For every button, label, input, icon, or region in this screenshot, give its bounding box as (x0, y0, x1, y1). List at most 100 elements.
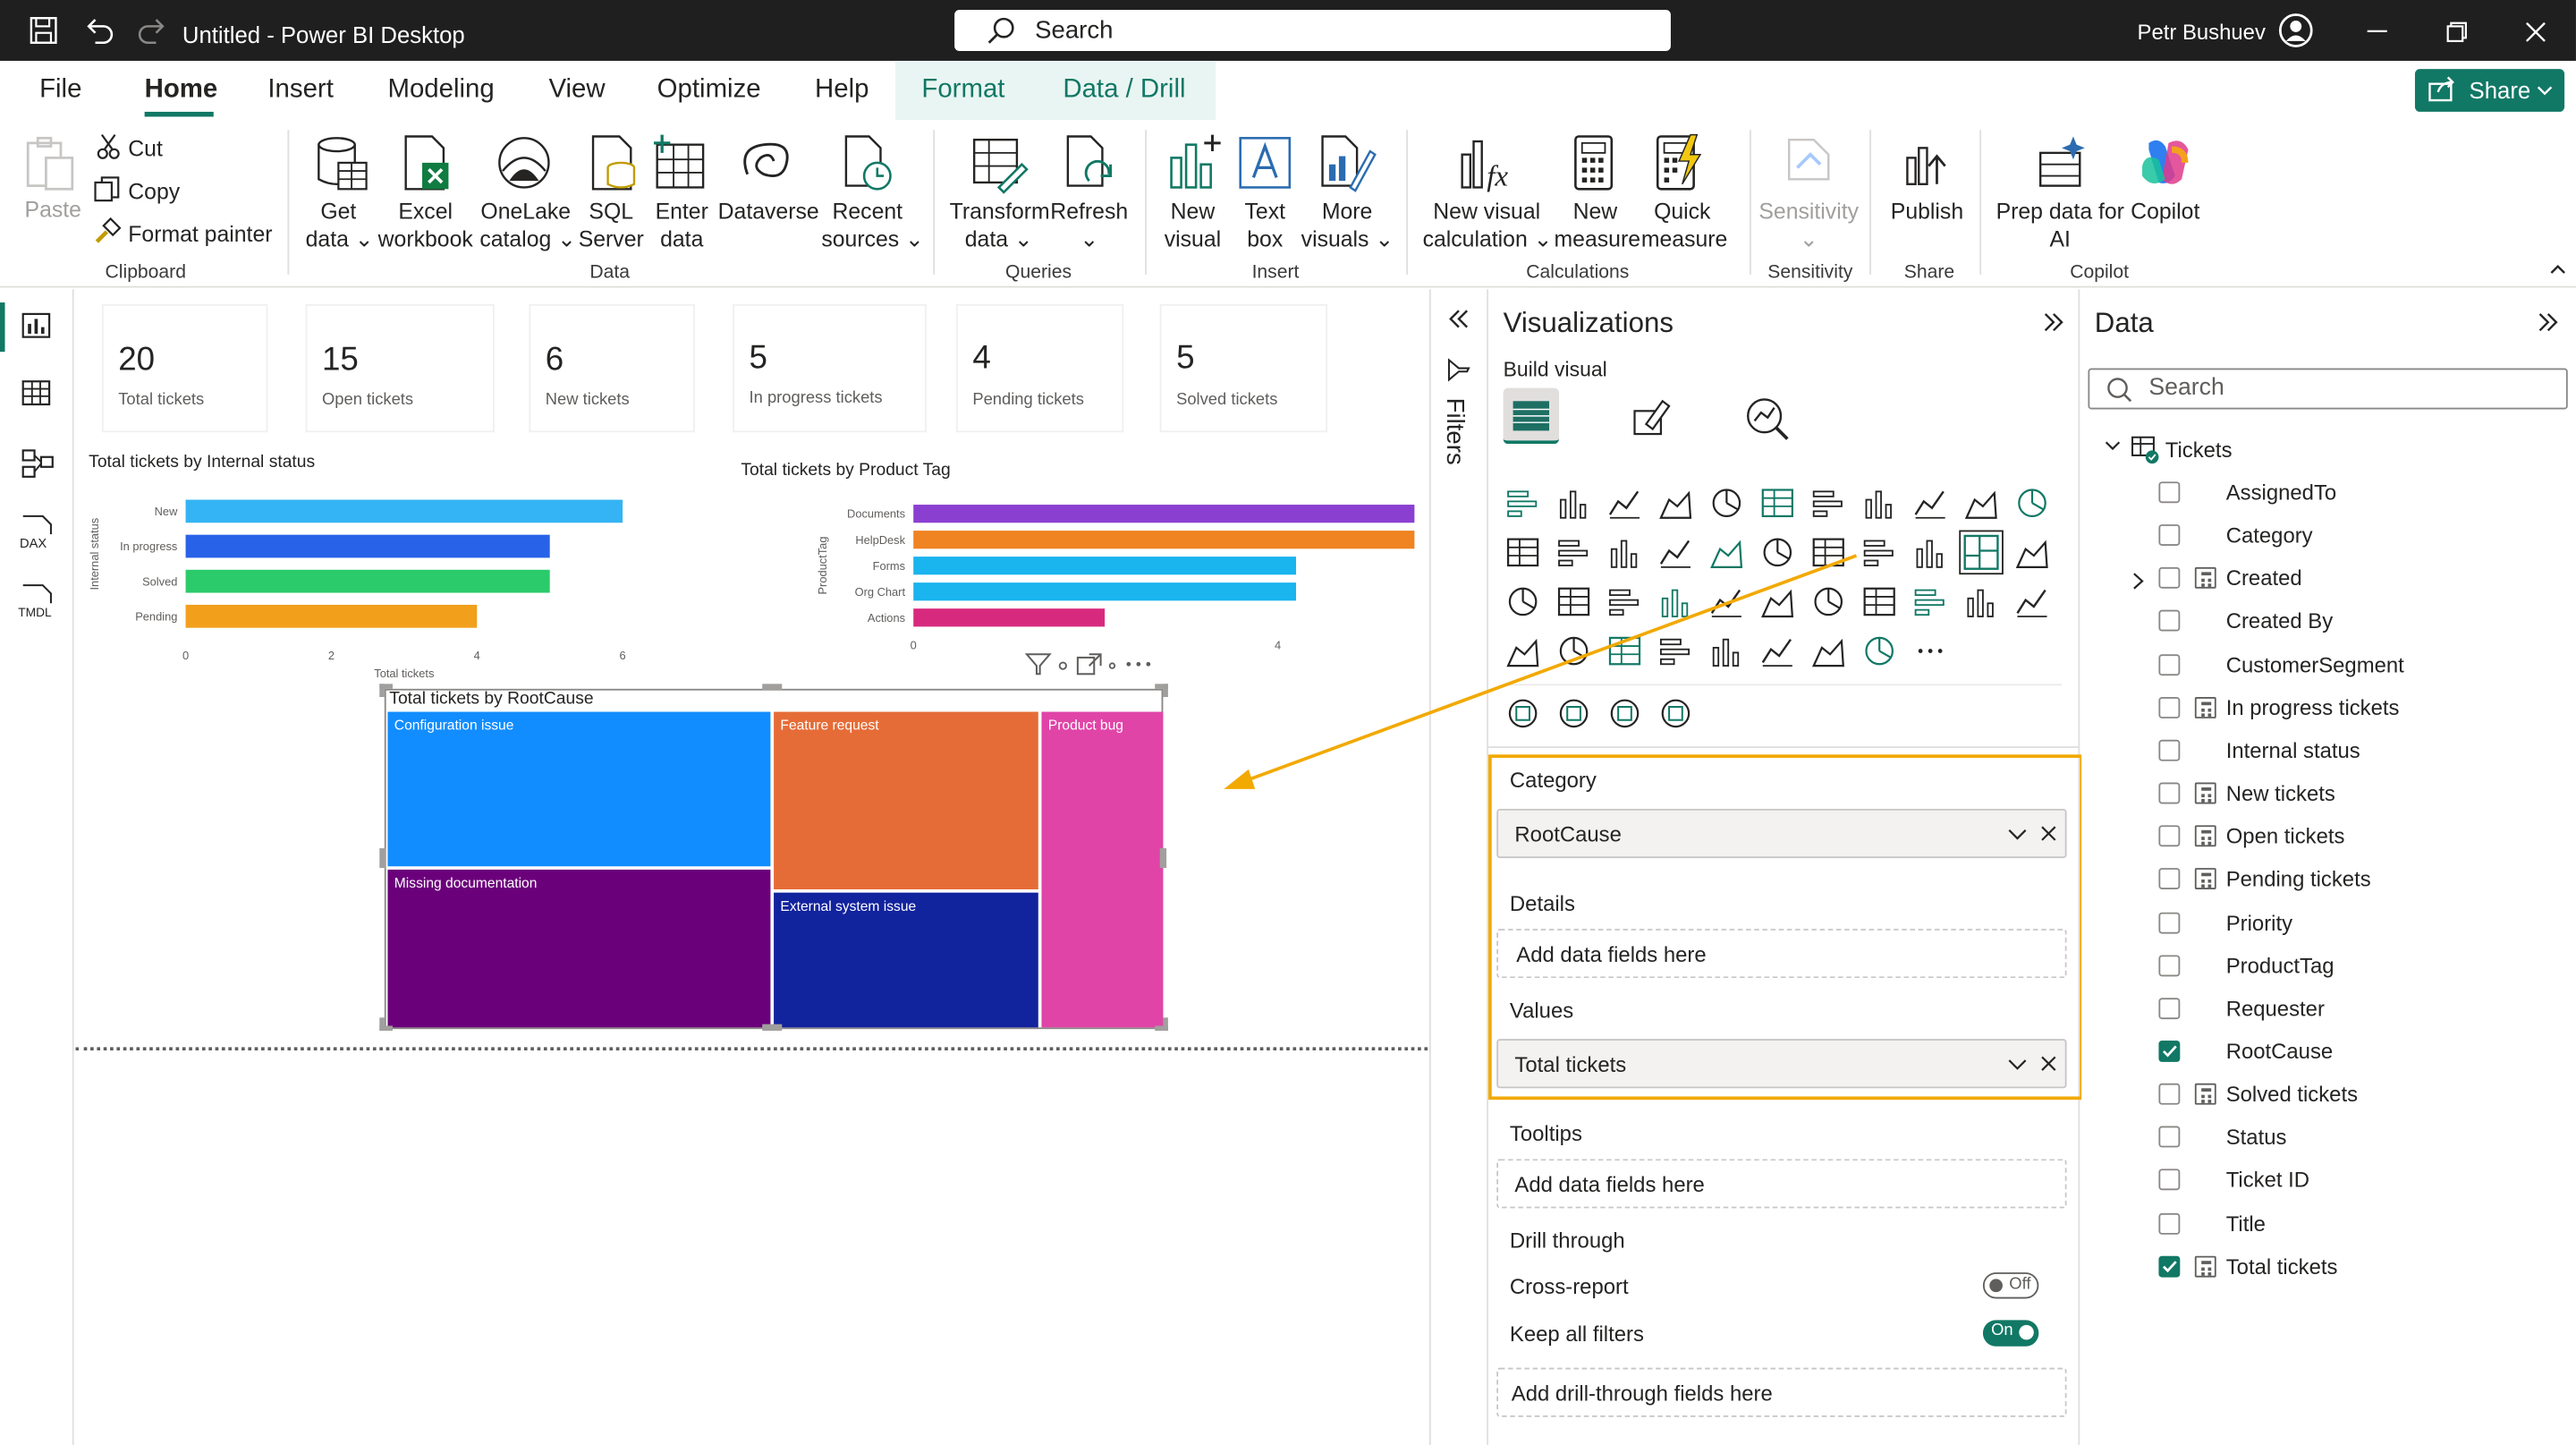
field-checkbox[interactable] (2158, 739, 2181, 761)
transform-data-button[interactable]: Transform data ⌄ (950, 197, 1050, 252)
publish-button[interactable]: Publish (1886, 197, 1969, 225)
resize-handle[interactable] (1159, 848, 1167, 869)
category-well[interactable]: RootCause (1496, 808, 2067, 859)
sql-server-button[interactable]: SQL Server (579, 197, 644, 252)
field-item[interactable]: Category (2226, 523, 2313, 548)
visual-type-icon[interactable] (1812, 538, 1844, 567)
save-icon[interactable] (30, 16, 57, 44)
chevron-down-icon[interactable] (2105, 440, 2121, 452)
field-item[interactable]: Solved tickets (2226, 1082, 2358, 1107)
drill-through-well[interactable]: Add drill-through fields here (1496, 1367, 2067, 1417)
treemap-tile[interactable] (387, 711, 771, 867)
field-checkbox[interactable] (2158, 1126, 2181, 1148)
visual-type-icon[interactable] (1865, 636, 1894, 666)
field-checkbox[interactable] (2158, 1255, 2181, 1278)
visual-type-icon[interactable] (1712, 638, 1740, 667)
report-canvas[interactable]: 20 Total tickets 15 Open tickets 6 New tick… (75, 289, 1428, 1445)
text-box-button[interactable]: Text box (1233, 197, 1298, 252)
field-item[interactable]: Internal status (2226, 738, 2360, 763)
drill-icon[interactable] (1058, 661, 1072, 675)
resize-handle[interactable] (762, 684, 783, 691)
chevron-down-icon[interactable] (2007, 829, 2027, 840)
new-visual-calculation-button[interactable]: New visual calculation ⌄ (1423, 197, 1553, 252)
visual-type-icon[interactable] (1508, 587, 1538, 616)
model-view-icon[interactable] (21, 449, 55, 479)
visual-type-icon[interactable] (1608, 490, 1640, 519)
kpi-card-total-tickets[interactable]: 20 Total tickets (101, 303, 268, 433)
expand-filters-icon[interactable] (1447, 309, 1470, 328)
onelake-catalog-button[interactable]: OneLake catalog ⌄ (479, 197, 576, 252)
visual-type-icon[interactable] (1557, 587, 1590, 616)
bar[interactable] (913, 557, 1296, 575)
bar[interactable] (913, 582, 1296, 601)
visual-type-icon[interactable] (1763, 538, 1792, 567)
resize-handle[interactable] (1155, 684, 1168, 698)
field-checkbox[interactable] (2158, 524, 2181, 547)
get-data-button[interactable]: Get data ⌄ (306, 197, 374, 252)
keep-all-filters-toggle[interactable]: On (1982, 1320, 2039, 1347)
report-view-icon[interactable] (21, 312, 51, 338)
resize-handle[interactable] (379, 1017, 393, 1031)
field-checkbox[interactable] (2158, 567, 2181, 590)
field-checkbox[interactable] (2158, 954, 2181, 976)
close-icon[interactable] (2525, 21, 2546, 43)
visual-type-icon[interactable] (2018, 489, 2046, 518)
format-visual-icon[interactable] (1630, 398, 1673, 441)
field-item[interactable]: Status (2226, 1125, 2287, 1150)
copy-button[interactable]: Copy (128, 177, 180, 205)
field-item[interactable]: Total tickets (2226, 1254, 2338, 1279)
visual-type-icon[interactable] (1659, 490, 1692, 519)
recent-sources-button[interactable]: Recent sources ⌄ (821, 197, 924, 252)
cut-button[interactable]: Cut (128, 135, 163, 163)
search-bar[interactable]: Search (954, 10, 1671, 51)
field-item[interactable]: RootCause (2226, 1039, 2333, 1064)
new-measure-button[interactable]: New measure (1555, 197, 1640, 252)
visual-type-icon[interactable] (1761, 639, 1792, 667)
tab-format[interactable]: Format (921, 76, 1004, 106)
field-item[interactable]: Title (2226, 1211, 2266, 1236)
chevron-down-icon[interactable] (2007, 1058, 2027, 1070)
cross-report-toggle[interactable]: Off (1982, 1272, 2039, 1299)
details-well[interactable]: Add data fields here (1496, 929, 2067, 979)
bar[interactable] (185, 604, 478, 628)
visual-type-icon[interactable] (1609, 589, 1640, 616)
visual-type-icon[interactable] (1608, 636, 1641, 666)
visual-type-icon[interactable] (1814, 587, 1843, 616)
visual-type-icon[interactable] (1659, 638, 1690, 666)
field-checkbox[interactable] (2158, 868, 2181, 890)
visual-type-icon[interactable] (1914, 589, 1945, 616)
tab-insert[interactable]: Insert (267, 76, 333, 106)
tickets-table-label[interactable]: Tickets (2165, 438, 2233, 463)
visual-type-icon[interactable] (1863, 587, 1895, 616)
share-button[interactable]: Share (2414, 69, 2565, 112)
visual-type-icon[interactable] (1507, 490, 1538, 517)
kpi-card-pending-tickets[interactable]: 4 Pending tickets (955, 303, 1124, 433)
treemap-tile[interactable] (1041, 711, 1164, 1028)
bar[interactable] (913, 608, 1106, 627)
bar[interactable] (913, 505, 1415, 523)
field-item[interactable]: ProductTag (2226, 953, 2334, 978)
tooltips-well[interactable]: Add data fields here (1496, 1159, 2067, 1209)
data-search-input[interactable]: Search (2088, 368, 2568, 410)
quick-measure-button[interactable]: Quick measure (1641, 197, 1727, 252)
field-checkbox[interactable] (2158, 1212, 2181, 1234)
field-checkbox[interactable] (2158, 782, 2181, 804)
excel-workbook-button[interactable]: Excel workbook (377, 197, 475, 252)
analytics-icon[interactable] (1745, 396, 1791, 442)
chevron-right-icon[interactable] (2132, 569, 2144, 599)
field-checkbox[interactable] (2158, 696, 2181, 718)
tab-help[interactable]: Help (815, 76, 869, 106)
kpi-card-new-tickets[interactable]: 6 New tickets (529, 303, 695, 433)
field-checkbox[interactable] (2158, 997, 2181, 1019)
field-checkbox[interactable] (2158, 481, 2181, 504)
build-visual-tab[interactable] (1503, 387, 1560, 445)
field-item[interactable]: Open tickets (2226, 824, 2345, 849)
field-checkbox[interactable] (2158, 1083, 2181, 1105)
visual-type-icon[interactable] (1559, 636, 1589, 666)
visual-type-icon[interactable] (2016, 589, 2047, 617)
resize-handle[interactable] (379, 848, 386, 869)
pin-icon[interactable] (1107, 661, 1121, 675)
field-checkbox[interactable] (2158, 1040, 2181, 1062)
field-item[interactable]: Ticket ID (2226, 1168, 2309, 1193)
tab-data-drill[interactable]: Data / Drill (1063, 76, 1185, 106)
